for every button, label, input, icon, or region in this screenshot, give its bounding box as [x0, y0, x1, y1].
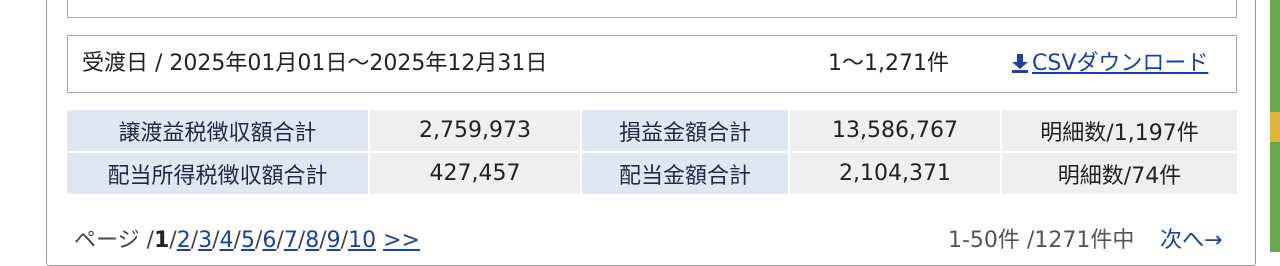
window-edge-strip [1270, 0, 1280, 252]
summary-table: 譲渡益税徴収額合計 2,759,973 損益金額合計 13,586,767 明細… [65, 108, 1239, 196]
page-link[interactable]: 10 [348, 228, 376, 253]
detail-count-dividend: 明細数/74件 [1002, 153, 1237, 194]
page-link[interactable]: 5 [241, 228, 255, 253]
next-page-link[interactable]: 次へ→ [1160, 224, 1222, 258]
result-count: 1〜1,271件 [828, 51, 949, 76]
capital-gains-tax-total-value: 2,759,973 [370, 110, 580, 151]
page-link[interactable]: 9 [327, 228, 341, 253]
csv-download-label: CSVダウンロード [1032, 51, 1209, 76]
page-range-text: 1-50件 /1271件中 [948, 228, 1135, 253]
capital-gains-tax-total-label: 譲渡益税徴収額合計 [67, 110, 368, 151]
summary-row: 譲渡益税徴収額合計 2,759,973 損益金額合計 13,586,767 明細… [67, 110, 1237, 151]
search-form-box [67, 0, 1237, 18]
window-edge-accent [1270, 112, 1280, 142]
dividend-amount-total-value: 2,104,371 [790, 153, 1000, 194]
page-link[interactable]: 8 [305, 228, 319, 253]
page-link[interactable]: 4 [220, 228, 234, 253]
result-info-bar: 受渡日 / 2025年01月01日〜2025年12月31日 1〜1,271件 C… [67, 35, 1237, 93]
page-link[interactable]: 7 [284, 228, 298, 253]
csv-download-link[interactable]: CSVダウンロード [1012, 36, 1208, 92]
dividend-tax-total-value: 427,457 [370, 153, 580, 194]
dividend-tax-total-label: 配当所得税徴収額合計 [67, 153, 368, 194]
profit-loss-total-label: 損益金額合計 [582, 110, 788, 151]
summary-row: 配当所得税徴収額合計 427,457 配当金額合計 2,104,371 明細数/… [67, 153, 1237, 194]
page-link[interactable]: 6 [262, 228, 276, 253]
download-icon [1012, 54, 1028, 73]
profit-loss-total-value: 13,586,767 [790, 110, 1000, 151]
page-more-link[interactable]: >> [383, 228, 420, 253]
pagination: ページ /1/2/3/4/5/6/7/8/9/10 >> [74, 228, 420, 253]
detail-count-transfer: 明細数/1,197件 [1002, 110, 1237, 151]
page-link[interactable]: 2 [177, 228, 191, 253]
delivery-date-period: 受渡日 / 2025年01月01日〜2025年12月31日 [82, 51, 548, 76]
page-link[interactable]: 3 [198, 228, 212, 253]
pagination-prefix: ページ / [74, 228, 154, 253]
page-current: 1 [153, 228, 170, 253]
dividend-amount-total-label: 配当金額合計 [582, 153, 788, 194]
